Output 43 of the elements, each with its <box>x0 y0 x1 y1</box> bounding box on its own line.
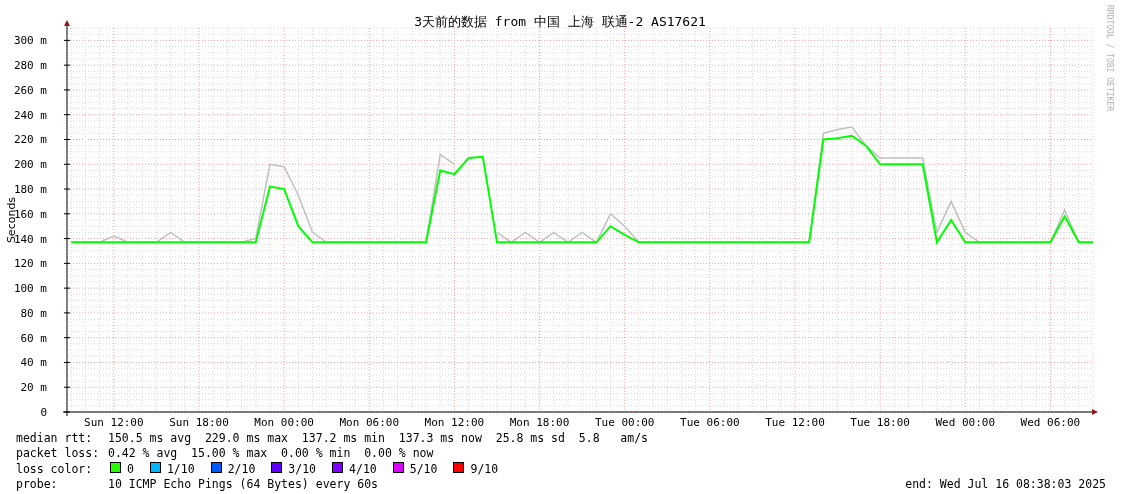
watermark-text: RRDTOOL / TOBI OETIKER <box>1105 5 1114 111</box>
legend-label: probe: <box>16 476 59 493</box>
legend-text: 9/10 <box>470 461 499 477</box>
tick-label: Mon 18:00 <box>509 416 570 429</box>
tick-label: Tue 00:00 <box>594 416 655 429</box>
tick-label: Wed 06:00 <box>1020 416 1081 429</box>
chart-title: 3天前的数据 from 中国 上海 联通-2 AS17621 <box>414 14 706 29</box>
legend-text: 5/10 <box>409 461 438 477</box>
tick-label: Tue 12:00 <box>765 416 825 429</box>
legend-text: 0 <box>127 461 134 477</box>
legend-text: 10 ICMP Echo Pings (64 Bytes) every 60s <box>108 476 379 493</box>
legend-text: 3/10 <box>288 461 317 477</box>
tick-label: 80 m <box>20 306 47 320</box>
tick-label: 40 m <box>20 356 47 370</box>
tick-label: 220 m <box>13 133 47 147</box>
tick-label: 120 m <box>13 257 47 271</box>
legend-label: packet loss: <box>16 446 101 462</box>
end-time: end: Wed Jul 16 08:38:03 2025 <box>905 476 1106 493</box>
tick-label: 20 m <box>20 381 47 395</box>
tick-label: 240 m <box>13 108 47 122</box>
legend-text: 4/10 <box>349 461 377 477</box>
tick-label: 0 <box>40 406 47 419</box>
legend-label: median rtt: <box>16 431 94 447</box>
tick-label: Mon 12:00 <box>424 416 485 429</box>
legend-label: loss color: <box>16 461 94 477</box>
tick-label: 260 m <box>13 83 47 97</box>
legend-text: 1/10 <box>166 461 195 477</box>
tick-label: Sun 18:00 <box>169 416 229 429</box>
tick-label: Mon 06:00 <box>339 416 400 429</box>
legend-text: 0.42 % avg 15.00 % max 0.00 % min 0.00 % now <box>108 446 434 462</box>
tick-label: Mon 00:00 <box>254 416 314 429</box>
tick-label: 200 m <box>13 158 47 172</box>
tick-label: Wed 00:00 <box>935 416 996 429</box>
legend-text: 150.5 ms avg 229.0 ms max 137.2 ms min 137.3 ms now 25.8 ms sd 5.8 am/s <box>108 431 649 447</box>
tick-label: 280 m <box>13 59 47 73</box>
tick-label: Sun 12:00 <box>84 416 144 429</box>
tick-label: 60 m <box>20 331 47 345</box>
tick-label: 300 m <box>13 34 47 48</box>
tick-label: Tue 06:00 <box>680 416 740 429</box>
tick-label: 100 m <box>13 282 47 296</box>
tick-label: Tue 18:00 <box>850 416 910 429</box>
tick-label: 180 m <box>13 183 47 197</box>
legend-text: 2/10 <box>227 461 256 477</box>
